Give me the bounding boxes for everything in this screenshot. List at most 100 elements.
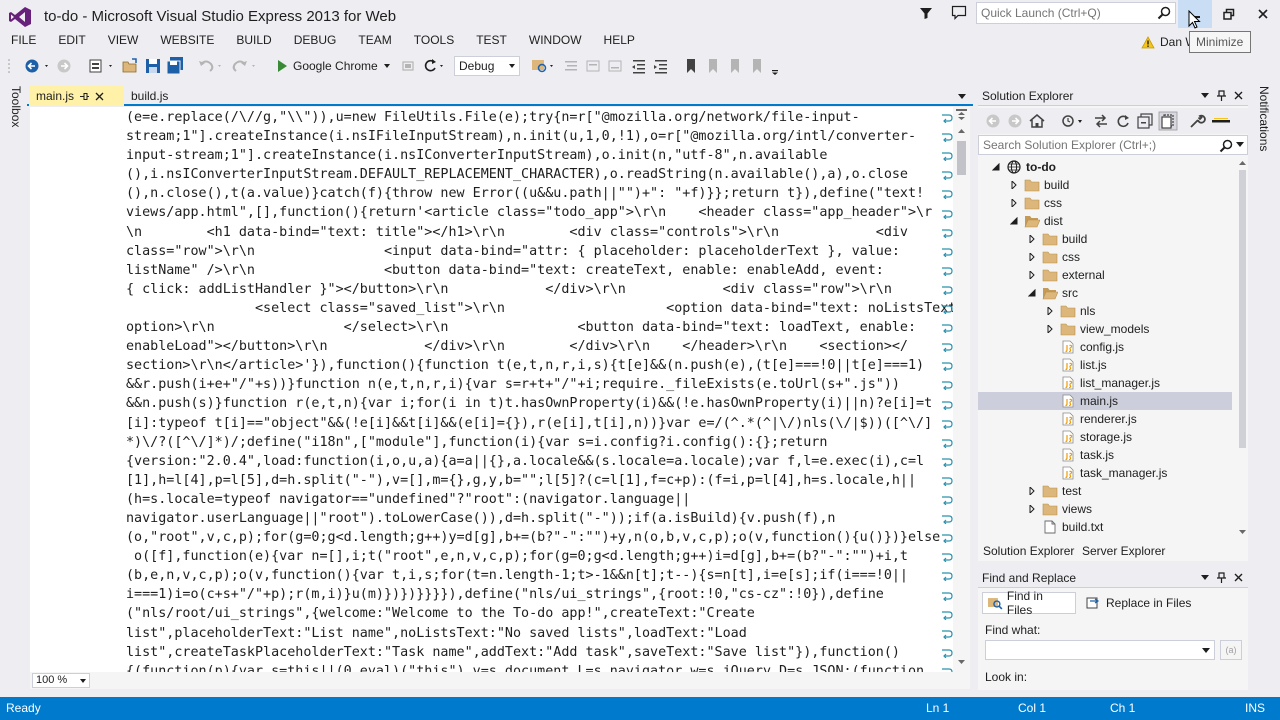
format-selection-icon[interactable] xyxy=(562,56,580,76)
collapsed-arrow-icon[interactable] xyxy=(1028,505,1036,513)
bookmark-icon[interactable] xyxy=(682,56,700,76)
menu-edit[interactable]: EDIT xyxy=(47,32,96,52)
tree-item[interactable]: css xyxy=(978,248,1232,266)
menu-file[interactable]: FILE xyxy=(0,32,47,52)
uncomment-icon[interactable] xyxy=(606,56,624,76)
collapse-all-icon[interactable] xyxy=(1136,112,1154,130)
panel-options-icon[interactable] xyxy=(1201,93,1209,99)
code-line[interactable]: list",createTaskPlaceholderText:"Task na… xyxy=(126,643,970,662)
tree-item[interactable]: list.js xyxy=(978,356,1232,374)
code-line[interactable]: \n <h1 data-bind="text: title"></h1>\r\n… xyxy=(126,223,970,242)
refresh-icon[interactable] xyxy=(420,56,446,76)
code-line[interactable]: (),n.close(),t(a.value)}catch(f){throw n… xyxy=(126,184,970,203)
search-icon[interactable] xyxy=(1219,139,1233,153)
code-line[interactable]: {version:"2.0.4",load:function(i,o,u,a){… xyxy=(126,452,970,471)
solution-search-box[interactable] xyxy=(978,135,1248,155)
close-panel-icon[interactable] xyxy=(1234,573,1243,582)
code-line[interactable]: listName" />\r\n <button data-bind="text… xyxy=(126,261,970,280)
tree-item[interactable]: view_models xyxy=(978,320,1232,338)
tree-item[interactable]: dist xyxy=(978,212,1232,230)
code-line[interactable]: ("nls/root/ui_strings",{welcome:"Welcome… xyxy=(126,604,970,623)
tree-item[interactable]: build xyxy=(978,230,1232,248)
solution-search-input[interactable] xyxy=(979,136,1209,154)
menu-team[interactable]: TEAM xyxy=(347,32,402,52)
toolbox-tab[interactable]: Toolbox xyxy=(9,86,23,127)
tree-item[interactable]: build xyxy=(978,176,1232,194)
close-panel-icon[interactable] xyxy=(1234,91,1243,100)
replace-in-files-button[interactable]: Replace in Files xyxy=(1082,592,1198,614)
menu-help[interactable]: HELP xyxy=(593,32,646,52)
editor-horizontal-scrollbar[interactable] xyxy=(30,672,970,689)
decrease-indent-icon[interactable] xyxy=(630,56,648,76)
code-line[interactable]: (h=s.locale=typeof navigator=="undefined… xyxy=(126,490,970,509)
panel-options-icon[interactable] xyxy=(1201,575,1209,581)
code-line[interactable]: enableLoad"></button>\r\n </div>\r\n </d… xyxy=(126,337,970,356)
properties-icon[interactable] xyxy=(1188,112,1206,130)
code-line[interactable]: &&r.push(i+e+"/"+s))}function n(e,t,n,r,… xyxy=(126,375,970,394)
code-line[interactable]: [1],h=l[4],p=l[5],d=h.split("-"),v=[],m=… xyxy=(126,471,970,490)
tree-item[interactable]: storage.js xyxy=(978,428,1232,446)
menu-website[interactable]: WEBSITE xyxy=(149,32,225,52)
browser-link-icon[interactable] xyxy=(400,56,416,76)
collapsed-arrow-icon[interactable] xyxy=(1010,199,1018,207)
open-file-icon[interactable] xyxy=(120,56,140,76)
code-line[interactable]: {(function(p){var s=this||(0,eval)("this… xyxy=(126,662,970,672)
collapsed-arrow-icon[interactable] xyxy=(1046,325,1054,333)
code-text[interactable]: (e=e.replace(/\//g,"\\")),u=new FileUtil… xyxy=(126,108,970,672)
scroll-down-icon[interactable] xyxy=(1237,527,1248,537)
scroll-up-icon[interactable] xyxy=(953,124,970,138)
code-line[interactable]: list",placeholderText:"List name",noList… xyxy=(126,624,970,643)
search-icon[interactable] xyxy=(1157,6,1171,20)
collapsed-arrow-icon[interactable] xyxy=(1010,181,1018,189)
collapsed-arrow-icon[interactable] xyxy=(1028,487,1036,495)
solution-vertical-scrollbar[interactable] xyxy=(1237,158,1248,538)
solution-scroll-thumb[interactable] xyxy=(1239,170,1246,448)
run-browser-button[interactable]: Google Chrome xyxy=(276,56,398,76)
menu-build[interactable]: BUILD xyxy=(225,32,282,52)
collapsed-arrow-icon[interactable] xyxy=(1046,307,1054,315)
preview-selected-items-icon[interactable] xyxy=(1210,112,1232,130)
code-line[interactable]: [i]:typeof t[i]=="object"&&(!e[i]&&t[i]&… xyxy=(126,414,970,433)
code-line[interactable]: o([f],function(e){var n=[],i;t("root",e,… xyxy=(126,547,970,566)
pin-icon[interactable] xyxy=(1217,90,1226,101)
tree-item[interactable]: task_manager.js xyxy=(978,464,1232,482)
tree-item[interactable]: config.js xyxy=(978,338,1232,356)
find-what-combobox[interactable] xyxy=(985,640,1215,660)
code-line[interactable]: navigator.userLanguage||"root").toLowerC… xyxy=(126,509,970,528)
warning-icon[interactable] xyxy=(1141,36,1155,49)
tree-item[interactable]: build.txt xyxy=(978,518,1232,536)
code-line[interactable]: views/app.html",[],function(){return'<ar… xyxy=(126,203,970,222)
collapsed-arrow-icon[interactable] xyxy=(1028,271,1036,279)
expanded-arrow-icon[interactable] xyxy=(1028,289,1036,297)
sync-with-document-icon[interactable] xyxy=(1092,112,1110,130)
regex-builder-button[interactable]: (a) xyxy=(1220,640,1242,660)
tree-item[interactable]: task.js xyxy=(978,446,1232,464)
code-line[interactable]: *)\/?([^\/]*)/;define("i18n",["module"],… xyxy=(126,433,970,452)
collapsed-arrow-icon[interactable] xyxy=(1028,235,1036,243)
show-all-files-icon[interactable] xyxy=(1158,111,1178,131)
undo-icon[interactable] xyxy=(196,56,226,76)
redo-icon[interactable] xyxy=(230,56,260,76)
tab-build-js[interactable]: build.js xyxy=(124,86,194,106)
close-tab-icon[interactable] xyxy=(95,92,104,101)
code-line[interactable]: { click: addListHandler }"></button>\r\n… xyxy=(126,280,970,299)
tree-item[interactable]: src xyxy=(978,284,1232,302)
code-line[interactable]: &&n.push(s)}function r(e,t,n){var i;for(… xyxy=(126,394,970,413)
expanded-arrow-icon[interactable] xyxy=(1010,217,1018,225)
menu-window[interactable]: WINDOW xyxy=(518,32,593,52)
navigate-forward-icon[interactable] xyxy=(54,56,74,76)
pin-icon[interactable] xyxy=(1217,572,1226,583)
code-line[interactable]: i===1)i=o(c+s+"/"+p);r(m,i)}u(m)})})}}}}… xyxy=(126,585,970,604)
pin-icon[interactable] xyxy=(80,92,90,101)
tree-item[interactable]: renderer.js xyxy=(978,410,1232,428)
clear-bookmarks-icon[interactable] xyxy=(748,56,766,76)
comment-out-icon[interactable] xyxy=(584,56,602,76)
zoom-level-select[interactable]: 100 % xyxy=(32,673,90,688)
search-options-icon[interactable] xyxy=(1236,142,1244,148)
tree-item[interactable]: to-do xyxy=(978,158,1232,176)
filter-icon[interactable] xyxy=(919,6,933,20)
code-line[interactable]: class="row">\r\n <input data-bind="attr:… xyxy=(126,242,970,261)
restore-button[interactable] xyxy=(1212,0,1246,28)
tab-solution-explorer[interactable]: Solution Explorer xyxy=(978,541,1080,561)
solution-tree[interactable]: to-do build css dist build css external src nls v… xyxy=(978,158,1238,538)
